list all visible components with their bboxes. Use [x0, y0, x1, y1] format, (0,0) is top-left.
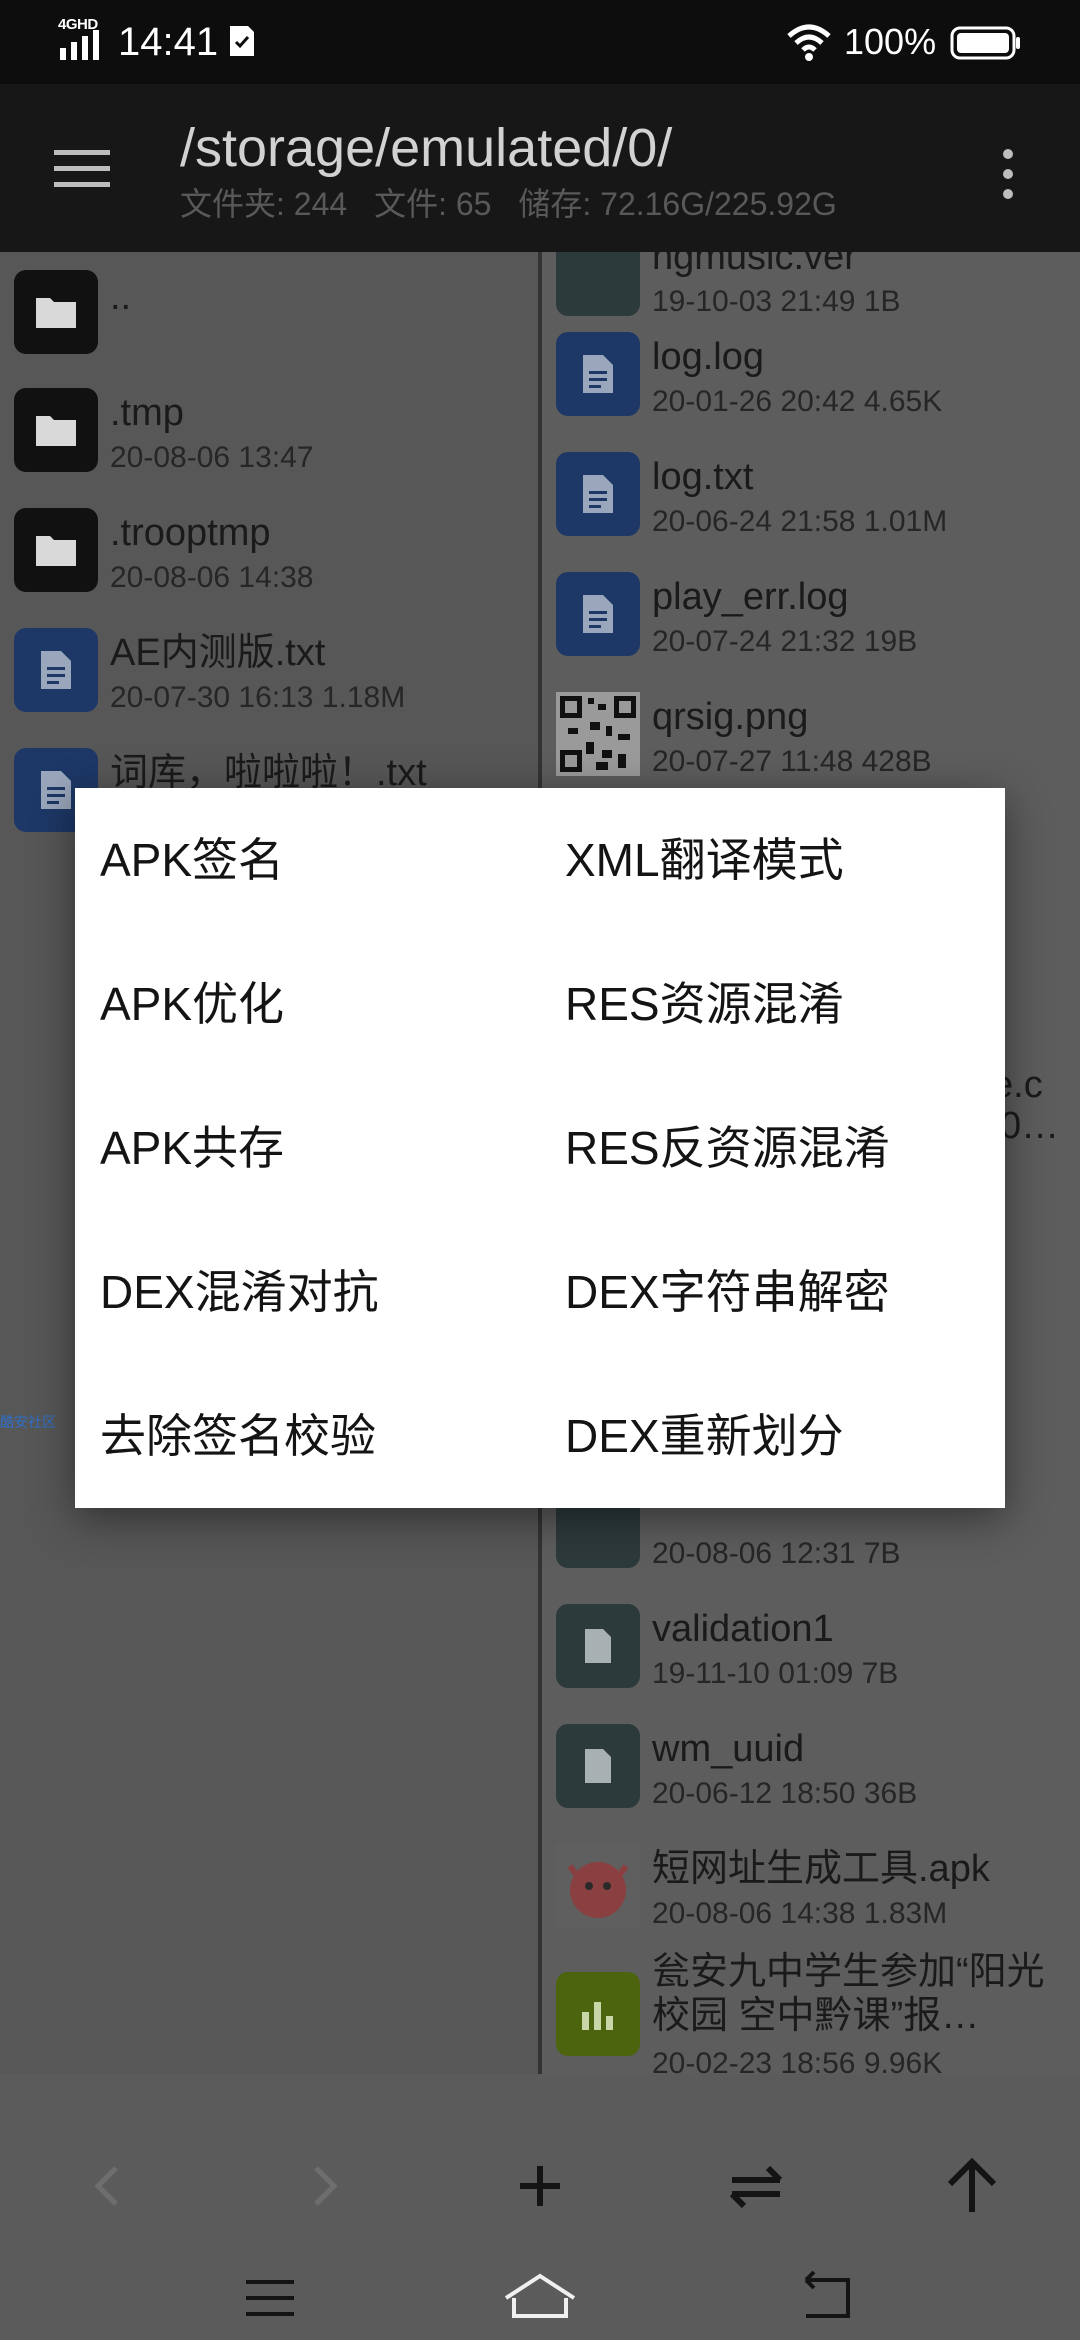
qr-image-icon: [556, 692, 640, 776]
option-apk-optimize[interactable]: APK优化: [100, 932, 284, 1076]
file-meta: 20-08-06 14:38 1.83M: [652, 1897, 948, 1930]
file-meta: 20-06-24 21:58 1.01M: [652, 505, 948, 538]
file-meta: 20-02-23 18:56 9.96K: [652, 2047, 943, 2074]
list-item[interactable]: log.log 20-01-26 20:42 4.65K: [542, 314, 1080, 434]
clock: 14:41: [118, 20, 219, 64]
list-item[interactable]: log.txt 20-06-24 21:58 1.01M: [542, 434, 1080, 554]
list-item[interactable]: AE内测版.txt 20-07-30 16:13 1.18M: [0, 610, 538, 730]
file-name: ..: [110, 276, 132, 318]
back-arrow-icon[interactable]: [68, 2146, 148, 2226]
file-icon: [556, 1604, 640, 1688]
tools-dialog: APK签名 XML翻译模式 APK优化 RES资源混淆 APK共存 RES反资源…: [75, 788, 1005, 1508]
file-count: 文件: 65: [374, 186, 492, 222]
file-icon: [556, 1724, 640, 1808]
current-path: /storage/emulated/0/: [180, 118, 673, 178]
file-icon: [556, 252, 640, 316]
file-name: .trooptmp: [110, 512, 271, 554]
folder-icon: [14, 270, 98, 354]
list-item[interactable]: ..: [0, 252, 538, 372]
back-icon[interactable]: [784, 2258, 864, 2338]
more-options-icon[interactable]: [994, 144, 1022, 204]
file-meta: 20-08-06 12:31 7B: [652, 1537, 901, 1570]
storage-usage: 储存: 72.16G/225.92G: [518, 186, 837, 222]
file-meta-fragment: 0…: [1000, 1105, 1060, 1147]
add-icon[interactable]: [500, 2146, 580, 2226]
file-name: log.log: [652, 336, 764, 378]
list-item[interactable]: .tmp 20-08-06 13:47: [0, 370, 538, 490]
option-res-deobfuscate[interactable]: RES反资源混淆: [565, 1076, 890, 1220]
chart-doc-icon: [556, 1972, 640, 2056]
bottom-bar: [0, 2074, 1080, 2340]
status-bar: 4GHD 14:41 100%: [0, 0, 1080, 84]
option-apk-coexist[interactable]: APK共存: [100, 1076, 284, 1220]
file-meta: 20-08-06 13:47: [110, 441, 314, 474]
file-name: ngmusic.ver: [652, 252, 857, 278]
list-item[interactable]: wm_uuid 20-06-12 18:50 36B: [542, 1706, 1080, 1826]
folder-icon: [14, 508, 98, 592]
option-dex-obfuscation-counter[interactable]: DEX混淆对抗: [100, 1220, 379, 1364]
menu-icon[interactable]: [230, 2258, 310, 2338]
option-dex-repartition[interactable]: DEX重新划分: [565, 1364, 844, 1508]
file-meta: 20-07-24 21:32 19B: [652, 625, 918, 658]
file-name: .tmp: [110, 392, 184, 434]
document-icon: [14, 628, 98, 712]
list-item[interactable]: play_err.log 20-07-24 21:32 19B: [542, 554, 1080, 674]
file-meta: 20-07-30 16:13 1.18M: [110, 681, 406, 714]
list-item[interactable]: 瓮安九中学生参加“阳光校园 空中黔课”报… 20-02-23 18:56 9.9…: [542, 1946, 1080, 2074]
file-meta: 20-07-27 11:48 428B: [652, 745, 932, 778]
swap-icon[interactable]: [716, 2146, 796, 2226]
file-name: qrsig.png: [652, 696, 809, 738]
home-icon[interactable]: [500, 2258, 580, 2338]
document-icon: [556, 572, 640, 656]
list-item[interactable]: qrsig.png 20-07-27 11:48 428B: [542, 674, 1080, 794]
folder-icon: [14, 388, 98, 472]
storage-stats: 文件夹: 244 文件: 65 储存: 72.16G/225.92G: [180, 184, 855, 224]
apk-icon: [556, 1844, 640, 1928]
side-link[interactable]: 酷安社区: [0, 1412, 56, 1432]
app-toolbar: /storage/emulated/0/ 文件夹: 244 文件: 65 储存:…: [0, 84, 1080, 252]
file-meta: 20-08-06 14:38: [110, 561, 314, 594]
file-name: 短网址生成工具.apk: [652, 1848, 990, 1890]
up-arrow-icon[interactable]: [932, 2146, 1012, 2226]
file-name: validation1: [652, 1608, 834, 1650]
option-apk-sign[interactable]: APK签名: [100, 788, 284, 932]
file-meta: 20-01-26 20:42 4.65K: [652, 385, 943, 418]
signal-icon: [60, 30, 99, 60]
forward-arrow-icon[interactable]: [284, 2146, 364, 2226]
option-dex-string-decrypt[interactable]: DEX字符串解密: [565, 1220, 890, 1364]
file-name: play_err.log: [652, 576, 849, 618]
file-name: log.txt: [652, 456, 754, 498]
file-name: wm_uuid: [652, 1728, 805, 1770]
battery-percent: 100%: [844, 21, 937, 62]
option-remove-signature-check[interactable]: 去除签名校验: [100, 1364, 376, 1508]
file-meta: 20-06-12 18:50 36B: [652, 1777, 918, 1810]
option-res-obfuscate[interactable]: RES资源混淆: [565, 932, 844, 1076]
list-item[interactable]: validation1 19-11-10 01:09 7B: [542, 1586, 1080, 1706]
document-icon: [556, 332, 640, 416]
wifi-icon: [787, 24, 831, 61]
hamburger-menu-icon[interactable]: [52, 146, 116, 192]
battery-icon: [950, 26, 1020, 60]
file-meta: 19-11-10 01:09 7B: [652, 1657, 899, 1690]
option-xml-translate[interactable]: XML翻译模式: [565, 788, 844, 932]
list-item[interactable]: 短网址生成工具.apk 20-08-06 14:38 1.83M: [542, 1826, 1080, 1946]
file-name: AE内测版.txt: [110, 632, 326, 674]
sim-card-icon: [230, 26, 254, 56]
document-icon: [556, 452, 640, 536]
list-item[interactable]: .trooptmp 20-08-06 14:38: [0, 490, 538, 610]
file-name: 瓮安九中学生参加“阳光校园 空中黔课”报…: [652, 1951, 1045, 2037]
folder-count: 文件夹: 244: [180, 186, 348, 222]
